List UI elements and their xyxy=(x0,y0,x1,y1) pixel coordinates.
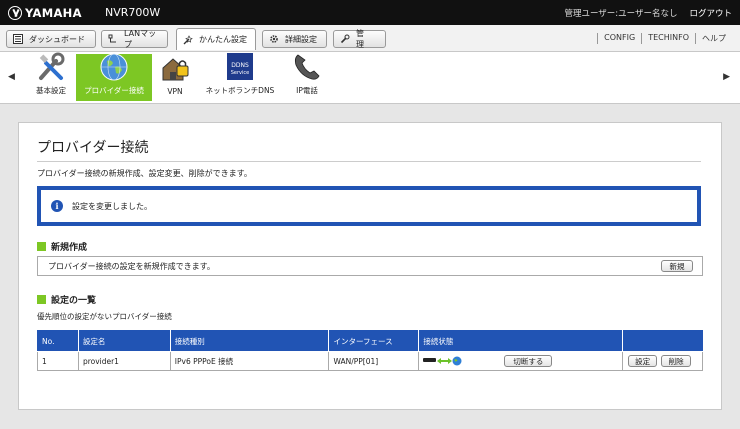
globe-icon xyxy=(99,52,129,82)
dashboard-icon xyxy=(13,34,23,44)
toolbar-item-ip-phone[interactable]: IP電話 xyxy=(290,54,324,101)
notice-box: i 設定を変更しました。 xyxy=(37,186,701,226)
admin-user-label: 管理ユーザー:ユーザー名なし xyxy=(564,9,678,19)
menu-links: CONFIG TECHINFO ヘルプ xyxy=(597,33,732,44)
col-header-no: No. xyxy=(37,330,79,352)
tab-management-label: 管 理 xyxy=(356,29,372,49)
list-section-heading: 設定の一覧 xyxy=(37,293,96,306)
svg-text:Service: Service xyxy=(231,70,249,76)
lan-map-icon xyxy=(108,34,118,44)
connected-status-icon xyxy=(423,355,463,367)
scroll-right-arrow-icon[interactable]: ▶ xyxy=(723,72,730,82)
toolbar-item-ip-phone-label: IP電話 xyxy=(296,86,318,95)
toolbar-item-vpn-label: VPN xyxy=(167,87,183,96)
edit-button[interactable]: 設定 xyxy=(628,355,658,367)
tab-advanced-settings[interactable]: 詳細設定 xyxy=(262,30,327,48)
col-header-actions xyxy=(622,330,703,352)
new-section-text: プロバイダー接続の設定を新規作成できます。 xyxy=(48,261,215,271)
info-icon: i xyxy=(51,200,63,212)
table-header-row: No. 設定名 接続種別 インターフェース 接続状態 xyxy=(37,330,703,352)
yamaha-logo: YAMAHA xyxy=(8,5,82,20)
yamaha-logo-icon xyxy=(8,5,22,20)
toolbar-item-provider-connection-label: プロバイダー接続 xyxy=(84,86,144,95)
tab-lan-map-label: LANマップ xyxy=(124,29,157,49)
provider-table: No. 設定名 接続種別 インターフェース 接続状態 1 provider1 I… xyxy=(37,330,703,371)
toolbar-item-netvolante-dns-label: ネットボランチDNS xyxy=(205,86,275,95)
list-section-title: 設定の一覧 xyxy=(51,296,97,306)
tab-easy-setup[interactable]: かんたん設定 xyxy=(176,28,256,50)
page-description: プロバイダー接続の新規作成、設定変更、削除ができます。 xyxy=(37,169,252,178)
menu-bar: ダッシュボード LANマップ かんたん設定 詳細設定 管 理 CONFIG TE… xyxy=(0,25,740,52)
toolbar-item-netvolante-dns[interactable]: DDNS Service ネットボランチDNS xyxy=(200,52,280,101)
tab-easy-setup-label: かんたん設定 xyxy=(199,35,247,44)
col-header-interface: インターフェース xyxy=(328,330,420,352)
section-marker-icon xyxy=(37,242,46,251)
col-header-status: 接続状態 xyxy=(418,330,624,352)
logout-link[interactable]: ログアウト xyxy=(689,7,732,19)
phone-icon xyxy=(292,52,322,82)
svg-text:DDNS: DDNS xyxy=(231,62,249,69)
title-divider xyxy=(37,161,701,162)
new-button[interactable]: 新規 xyxy=(661,260,693,272)
cell-no: 1 xyxy=(37,351,79,371)
cell-actions: 設定 削除 xyxy=(622,351,703,371)
list-section-subtitle: 優先順位の設定がないプロバイダー接続 xyxy=(37,312,172,321)
brand-name: YAMAHA xyxy=(25,5,82,20)
cell-name: provider1 xyxy=(77,351,171,371)
new-section-heading: 新規作成 xyxy=(37,240,87,253)
cell-interface: WAN/PP[01] xyxy=(328,351,420,371)
new-section-title: 新規作成 xyxy=(51,243,88,253)
wrench-icon xyxy=(340,34,350,44)
main-content: プロバイダー接続 プロバイダー接続の新規作成、設定変更、削除ができます。 i 設… xyxy=(0,104,740,429)
notice-text: 設定を変更しました。 xyxy=(72,201,152,211)
config-link[interactable]: CONFIG xyxy=(597,33,641,44)
help-link[interactable]: ヘルプ xyxy=(695,33,732,44)
delete-button[interactable]: 削除 xyxy=(661,355,692,367)
tab-dashboard[interactable]: ダッシュボード xyxy=(6,30,96,48)
ddns-icon: DDNS Service xyxy=(225,52,255,82)
toolbar-item-basic-settings-label: 基本設定 xyxy=(36,86,66,95)
new-section-box: プロバイダー接続の設定を新規作成できます。 新規 xyxy=(37,256,703,276)
connection-status: 切断する xyxy=(423,352,622,370)
cell-status: 切断する xyxy=(418,351,624,371)
wizard-icon xyxy=(183,34,193,45)
tab-management[interactable]: 管 理 xyxy=(333,29,386,49)
disconnect-button[interactable]: 切断する xyxy=(504,355,553,367)
vpn-house-icon xyxy=(160,54,190,84)
toolbar-item-basic-settings[interactable]: 基本設定 xyxy=(28,52,74,101)
toolbar-item-provider-connection[interactable]: プロバイダー接続 xyxy=(76,52,152,101)
model-name: NVR700W xyxy=(105,6,161,19)
user-area: 管理ユーザー:ユーザー名なし ログアウト xyxy=(564,7,732,19)
cell-type: IPv6 PPPoE 接続 xyxy=(169,351,330,371)
table-row: 1 provider1 IPv6 PPPoE 接続 WAN/PP[01] 切断す… xyxy=(37,351,703,371)
page-title: プロバイダー接続 xyxy=(37,140,149,156)
col-header-name: 設定名 xyxy=(77,330,171,352)
section-marker-icon xyxy=(37,295,46,304)
techinfo-link[interactable]: TECHINFO xyxy=(641,33,695,44)
toolbar-item-vpn[interactable]: VPN xyxy=(158,54,192,101)
setup-toolbar: ◀ 基本設定 プロバイダー接続 VPN DDNS Service ネットボランチ… xyxy=(0,52,740,104)
gear-icon xyxy=(269,34,279,44)
tab-advanced-settings-label: 詳細設定 xyxy=(285,34,317,44)
tools-icon xyxy=(36,52,66,82)
col-header-type: 接続種別 xyxy=(169,330,330,352)
top-bar: YAMAHA NVR700W 管理ユーザー:ユーザー名なし ログアウト xyxy=(0,0,740,25)
scroll-left-arrow-icon[interactable]: ◀ xyxy=(8,72,15,82)
tab-dashboard-label: ダッシュボード xyxy=(29,34,85,44)
tab-lan-map[interactable]: LANマップ xyxy=(101,29,168,49)
provider-panel: プロバイダー接続 プロバイダー接続の新規作成、設定変更、削除ができます。 i 設… xyxy=(18,122,722,410)
